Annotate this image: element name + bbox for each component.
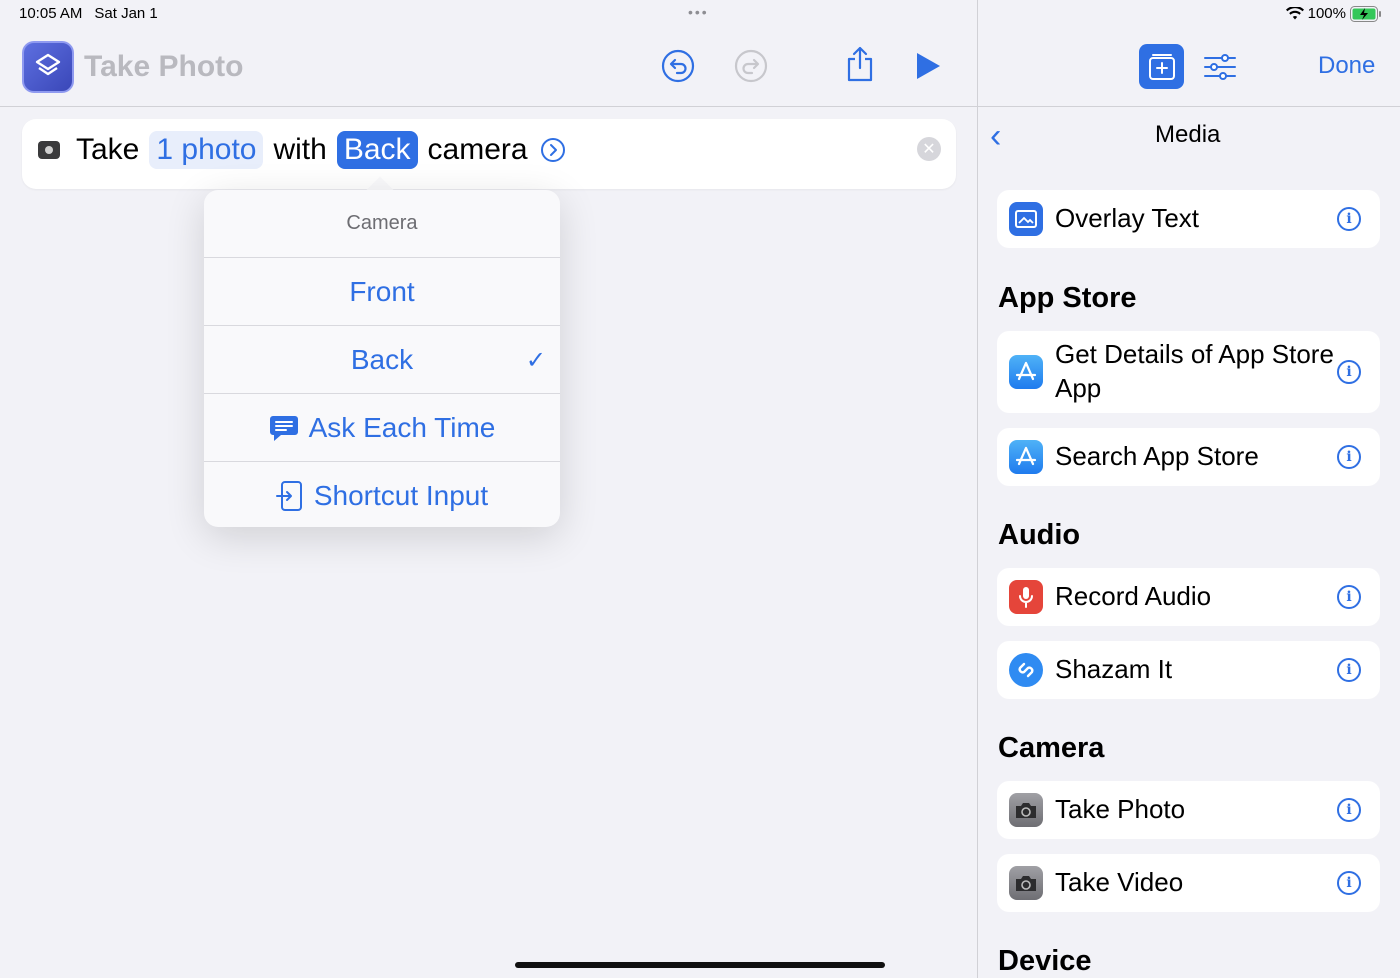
sliders-icon xyxy=(1203,53,1236,80)
camera-icon xyxy=(1009,793,1043,827)
expand-chevron-icon[interactable] xyxy=(540,137,566,163)
speech-bubble-icon xyxy=(269,415,298,441)
action-row-get-details-app-store[interactable]: Get Details of App Store App i xyxy=(997,331,1380,413)
action-row-take-video[interactable]: Take Video i xyxy=(997,854,1380,912)
redo-icon xyxy=(734,49,768,83)
popover-option-shortcut-input[interactable]: Shortcut Input xyxy=(204,462,560,527)
action-library-button[interactable] xyxy=(1139,44,1184,89)
camera-popover: Camera Front Back ✓ Ask Each Time Shortc… xyxy=(204,190,560,527)
row-label: Overlay Text xyxy=(1055,203,1200,234)
checkmark-icon: ✓ xyxy=(525,347,546,374)
action-row-search-app-store[interactable]: Search App Store i xyxy=(997,428,1380,486)
action-row-record-audio[interactable]: Record Audio i xyxy=(997,568,1380,626)
camera-selection-token[interactable]: Back xyxy=(336,131,418,169)
option-label: Back xyxy=(350,343,414,375)
option-label: Front xyxy=(349,275,415,307)
option-label: Ask Each Time xyxy=(308,411,496,443)
row-label: Shazam It xyxy=(1055,654,1173,685)
section-heading-camera: Camera xyxy=(998,732,1105,764)
microphone-icon xyxy=(1009,580,1043,614)
section-heading-device: Device xyxy=(998,945,1092,977)
status-date: Sat Jan 1 xyxy=(94,5,158,22)
back-chevron-icon[interactable]: ‹ xyxy=(990,117,1001,156)
section-heading-app-store: App Store xyxy=(998,282,1137,314)
shortcut-app-icon[interactable] xyxy=(22,41,74,93)
action-row-take-photo[interactable]: Take Photo i xyxy=(997,781,1380,839)
status-bar-right: 100% xyxy=(1285,5,1382,22)
status-bar-left: 10:05 AM Sat Jan 1 xyxy=(19,5,158,22)
play-icon xyxy=(917,53,940,79)
panel-title: Media xyxy=(1155,121,1221,148)
section-heading-audio: Audio xyxy=(998,519,1081,551)
undo-button[interactable] xyxy=(658,46,698,86)
photo-count-token[interactable]: 1 photo xyxy=(149,131,264,169)
wifi-icon xyxy=(1285,7,1304,20)
app-store-icon xyxy=(1009,355,1043,389)
action-row-overlay-text[interactable]: Overlay Text i xyxy=(997,190,1380,248)
input-arrow-icon xyxy=(275,480,302,511)
info-icon[interactable]: i xyxy=(1337,585,1361,609)
redo-button[interactable] xyxy=(731,46,771,86)
shortcut-title[interactable]: Take Photo xyxy=(84,50,243,84)
photo-overlay-icon xyxy=(1009,202,1043,236)
popover-title: Camera xyxy=(204,190,560,258)
done-button[interactable]: Done xyxy=(1318,52,1375,80)
header-divider xyxy=(0,106,1400,107)
camera-icon xyxy=(1009,866,1043,900)
sparkle-library-icon xyxy=(1148,53,1175,80)
status-time: 10:05 AM xyxy=(19,5,83,22)
app-store-icon xyxy=(1009,440,1043,474)
info-icon[interactable]: i xyxy=(1337,871,1361,895)
action-word-with: with xyxy=(273,133,327,166)
option-label: Shortcut Input xyxy=(313,479,489,511)
run-button[interactable] xyxy=(908,46,948,86)
row-label: Get Details of App Store App xyxy=(1055,339,1334,403)
action-sentence: Take 1 photo with Back camera xyxy=(38,131,566,169)
battery-percent: 100% xyxy=(1307,5,1346,22)
action-row-shazam-it[interactable]: Shazam It i xyxy=(997,641,1380,699)
layers-icon xyxy=(35,53,61,76)
shazam-icon xyxy=(1009,653,1043,687)
popover-option-ask-each-time[interactable]: Ask Each Time xyxy=(204,394,560,462)
settings-sliders-button[interactable] xyxy=(1197,44,1242,89)
row-label: Take Photo xyxy=(1055,794,1186,825)
camera-icon xyxy=(38,141,60,159)
info-icon[interactable]: i xyxy=(1337,658,1361,682)
popover-option-back[interactable]: Back ✓ xyxy=(204,326,560,394)
row-label: Take Video xyxy=(1055,867,1184,898)
info-icon[interactable]: i xyxy=(1337,360,1361,384)
share-button[interactable] xyxy=(840,44,880,84)
info-icon[interactable]: i xyxy=(1337,798,1361,822)
info-icon[interactable]: i xyxy=(1337,207,1361,231)
row-label: Record Audio xyxy=(1055,581,1212,612)
remove-action-button[interactable]: ✕ xyxy=(917,137,941,161)
row-label: Search App Store xyxy=(1055,441,1259,472)
share-icon xyxy=(847,46,873,82)
info-icon[interactable]: i xyxy=(1337,445,1361,469)
multitasking-dots[interactable]: ••• xyxy=(688,4,709,20)
panel-divider xyxy=(977,0,978,978)
home-indicator[interactable] xyxy=(515,962,885,968)
battery-charging-icon xyxy=(1350,5,1381,22)
undo-icon xyxy=(661,49,695,83)
action-word-take: Take xyxy=(76,133,140,166)
action-word-camera: camera xyxy=(427,133,528,166)
close-icon: ✕ xyxy=(922,141,936,158)
popover-option-front[interactable]: Front xyxy=(204,258,560,326)
